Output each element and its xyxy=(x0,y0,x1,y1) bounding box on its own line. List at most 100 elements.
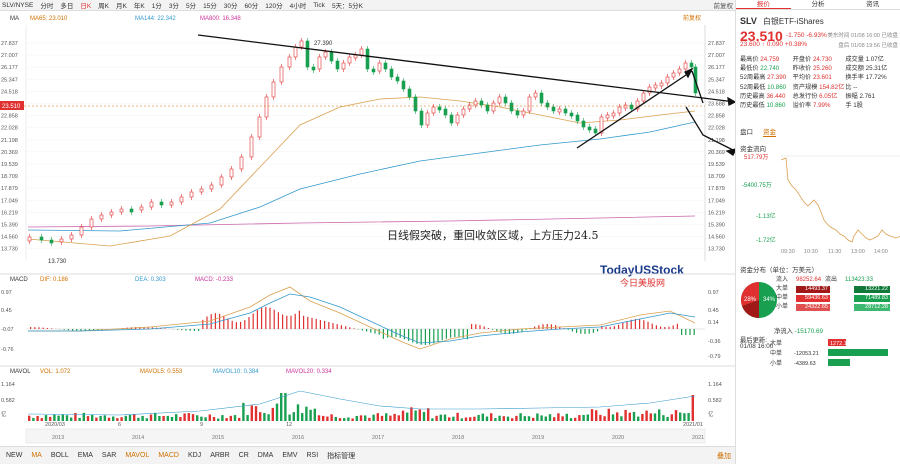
volume-bar xyxy=(259,412,262,421)
price-tick: 14.560 xyxy=(1,235,18,241)
candle-body xyxy=(539,92,544,104)
period-9[interactable]: 15分 xyxy=(203,0,217,10)
volume-bar xyxy=(95,417,98,421)
indicator-3[interactable]: EMA xyxy=(78,452,93,459)
period-10[interactable]: 30分 xyxy=(224,0,238,10)
volume-bar xyxy=(359,415,363,421)
price-tick-right: 14.560 xyxy=(708,235,725,241)
candle-body xyxy=(129,208,134,213)
volume-bar xyxy=(229,415,232,421)
candle-body xyxy=(119,208,124,213)
indicator-11[interactable]: EMV xyxy=(282,452,297,459)
volume-bar xyxy=(301,413,304,421)
indicator-toolbar: NEW MA BOLL EMA SAR MAVOL MACD KDJ ARBR CR DMA EMV R… xyxy=(0,446,735,464)
volume-bar xyxy=(91,414,94,421)
period-14[interactable]: Tick xyxy=(313,2,325,9)
macd-bar xyxy=(332,323,334,329)
volume-bar xyxy=(141,415,144,421)
volume-bar xyxy=(473,416,476,421)
indicator-1[interactable]: MA xyxy=(31,452,42,459)
uptrend-line xyxy=(576,70,693,149)
period-11[interactable]: 60分 xyxy=(245,0,259,10)
tab-capital[interactable]: 资金 xyxy=(763,126,776,137)
year-tick: 2013 xyxy=(52,435,64,441)
volume-bar xyxy=(112,416,115,421)
indicator-6[interactable]: MACD xyxy=(158,452,179,459)
svg-text:VOL: 1.072: VOL: 1.072 xyxy=(40,369,71,375)
tab-quote[interactable]: 报价 xyxy=(736,0,791,9)
period-4[interactable]: 月K xyxy=(116,0,127,10)
candle-body xyxy=(287,56,292,68)
volume-bar xyxy=(490,413,493,421)
high-label: 27.390 xyxy=(314,41,333,47)
macd-bar xyxy=(651,323,653,329)
volume-bar xyxy=(175,414,178,421)
indicator-12[interactable]: RSI xyxy=(307,452,319,459)
svg-text:14:00: 14:00 xyxy=(874,249,888,255)
period-8[interactable]: 5分 xyxy=(186,0,196,10)
period-12[interactable]: 120分 xyxy=(265,0,282,10)
volume-bar xyxy=(607,408,610,421)
indicator-13[interactable]: 指标管理 xyxy=(327,451,355,461)
date-tick: 12 xyxy=(286,422,292,428)
range-scroller[interactable] xyxy=(25,428,706,444)
volume-bar xyxy=(624,409,627,421)
price-tick: 13.730 xyxy=(1,247,18,253)
volume-bar xyxy=(288,414,291,421)
period-7[interactable]: 3分 xyxy=(169,0,179,10)
volume-bar xyxy=(553,417,556,421)
candle-body xyxy=(383,62,388,70)
period-1[interactable]: 多日 xyxy=(60,0,73,10)
volume-bar xyxy=(582,414,585,421)
price-tick: 17.049 xyxy=(1,198,18,204)
indicator-5[interactable]: MAVOL xyxy=(125,452,149,459)
indicator-2[interactable]: BOLL xyxy=(51,452,69,459)
adjust-toggle[interactable]: 前复权 xyxy=(714,0,734,10)
tab-news[interactable]: 资讯 xyxy=(845,0,900,9)
indicator-4[interactable]: SAR xyxy=(102,452,116,459)
price-tick-right: 23.688 xyxy=(708,102,725,108)
volume-bar xyxy=(116,418,119,421)
period-2[interactable]: 日K xyxy=(80,0,91,10)
volume-bar xyxy=(632,411,636,421)
period-15[interactable]: 5天：5分K xyxy=(332,0,363,10)
macd-tick-right: -0.79 xyxy=(708,354,721,360)
macd-bar xyxy=(273,309,275,329)
indicator-8[interactable]: ARBR xyxy=(210,452,229,459)
indicator-0[interactable]: NEW xyxy=(6,452,22,459)
candle-body xyxy=(199,188,204,193)
capital-flow-chart: 517.79万 -5400.75万 -1.13亿 -1.72亿 09:30 10… xyxy=(742,154,900,255)
volume-bar xyxy=(305,406,308,421)
price-tick: 27.007 xyxy=(1,53,18,59)
period-13[interactable]: 4小时 xyxy=(290,0,307,10)
volume-bar xyxy=(653,413,657,421)
macd-bar xyxy=(294,313,296,329)
volume-bar xyxy=(519,413,522,421)
ma144-label: MA144: 22.342 xyxy=(135,16,176,22)
price-tick-right: 17.879 xyxy=(708,186,725,192)
macd-bar xyxy=(181,329,183,331)
overlay-button[interactable]: 叠加 xyxy=(717,451,731,461)
macd-bar xyxy=(454,329,456,338)
tab-orderbook[interactable]: 盘口 xyxy=(740,126,753,137)
period-5[interactable]: 年K xyxy=(134,0,145,10)
candle-body xyxy=(569,112,574,117)
indicator-7[interactable]: KDJ xyxy=(188,452,201,459)
macd-bar xyxy=(63,329,65,330)
stats-row: 最低价 22.740 昨收价 25.260 成交额 25.31亿 xyxy=(740,65,888,73)
indicator-10[interactable]: DMA xyxy=(258,452,274,459)
candle-body xyxy=(401,80,406,90)
volume-bar xyxy=(410,407,413,421)
indicator-9[interactable]: CR xyxy=(239,452,249,459)
volume-bar xyxy=(103,415,106,421)
macd-bar xyxy=(328,322,330,329)
stock-chart[interactable]: MA MA65: 23.010 MA144: 22.342 MA800: 16.… xyxy=(0,11,735,446)
macd-bar xyxy=(445,329,447,339)
period-6[interactable]: 1分 xyxy=(152,0,162,10)
period-0[interactable]: 分时 xyxy=(40,0,53,10)
year-tick: 2014 xyxy=(132,435,144,441)
macd-bar xyxy=(340,325,342,329)
tab-analysis[interactable]: 分析 xyxy=(791,0,846,9)
macd-bar xyxy=(441,329,443,341)
period-3[interactable]: 周K xyxy=(98,0,109,10)
